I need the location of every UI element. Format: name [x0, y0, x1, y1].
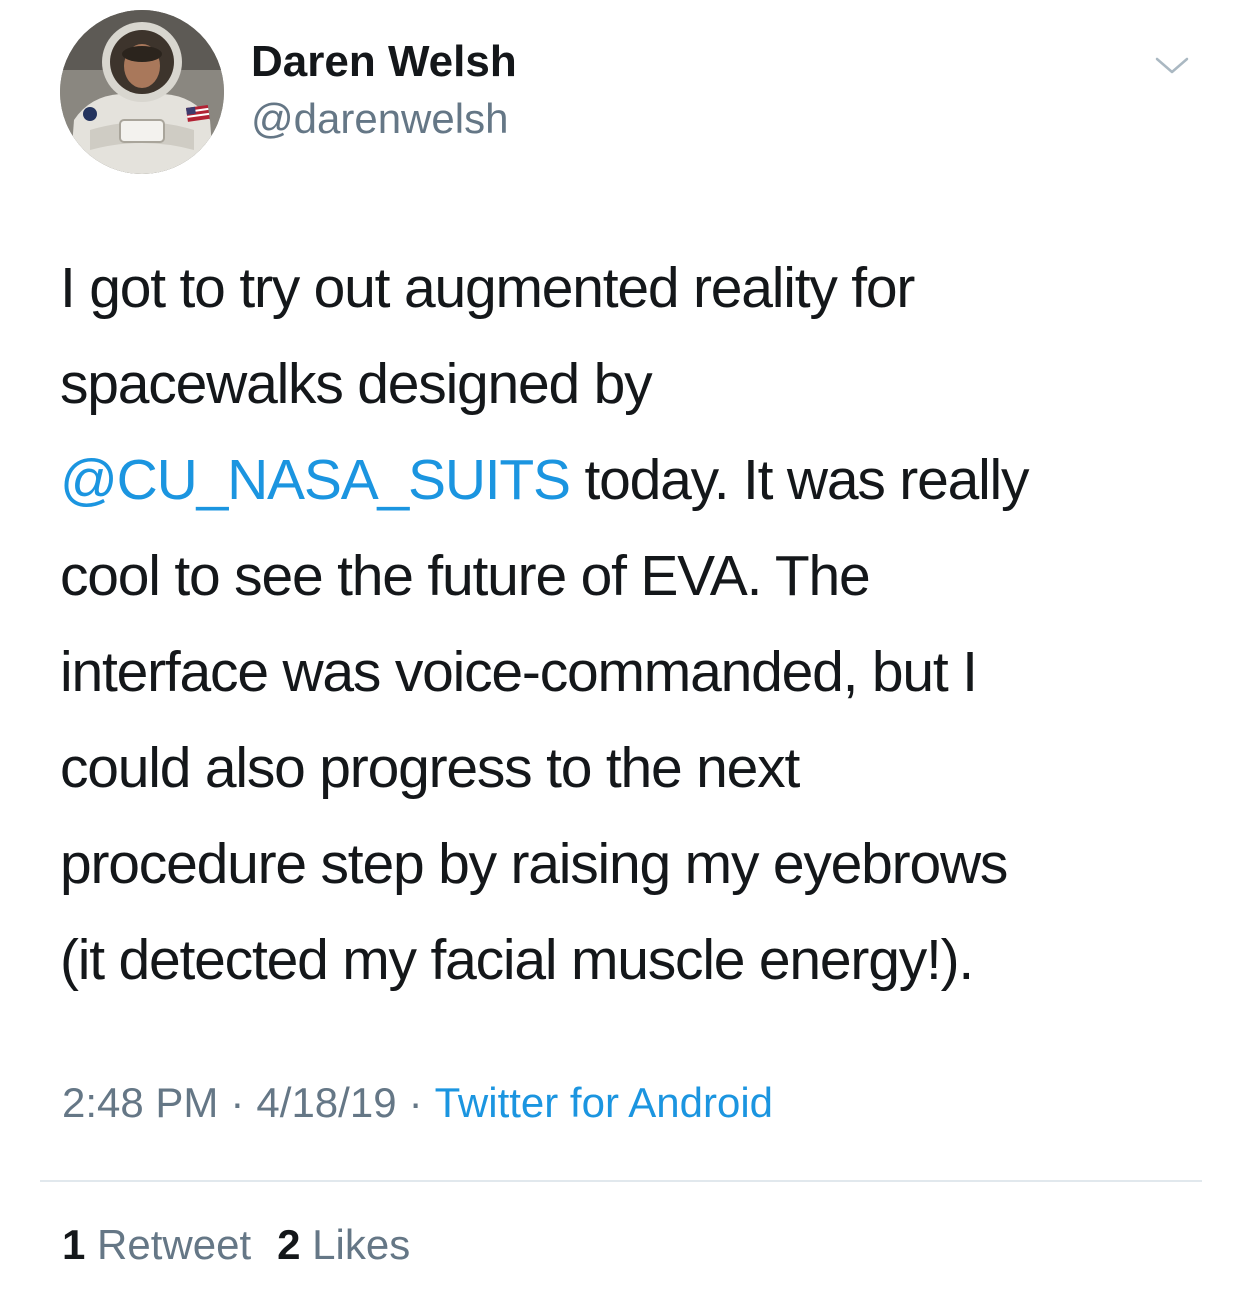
tweet-text: I got to try out augmented reality for s… — [60, 240, 1200, 1008]
like-count: 2 — [277, 1221, 301, 1268]
retweet-count: 1 — [62, 1221, 86, 1268]
divider — [40, 1180, 1202, 1182]
tweet-stats: 1 Retweet 2 Likes — [62, 1219, 410, 1271]
like-label: Likes — [312, 1221, 411, 1268]
retweets-stat[interactable]: 1 Retweet — [62, 1221, 251, 1268]
tweet-date: 4/18/19 — [256, 1079, 397, 1126]
tweet-line: spacewalks designed by — [60, 352, 653, 416]
meta-separator: · — [230, 1079, 245, 1126]
tweet-line: procedure step by raising my eyebrows — [60, 832, 1008, 896]
tweet-line: (it detected my facial muscle energy!). — [60, 928, 974, 992]
author-handle[interactable]: @darenwelsh — [251, 93, 508, 145]
retweet-label: Retweet — [97, 1221, 252, 1268]
astronaut-avatar — [60, 10, 224, 174]
tweet-source-link[interactable]: Twitter for Android — [435, 1079, 773, 1126]
tweet-meta: 2:48 PM · 4/18/19 · Twitter for Android — [62, 1077, 773, 1129]
tweet-time: 2:48 PM — [62, 1079, 219, 1126]
meta-separator: · — [408, 1079, 423, 1126]
tweet-line: I got to try out augmented reality for — [60, 256, 915, 320]
chevron-down-icon[interactable] — [1152, 50, 1192, 80]
mention-link[interactable]: @CU_NASA_SUITS — [60, 448, 571, 512]
author-display-name[interactable]: Daren Welsh — [251, 36, 517, 88]
tweet-line: could also progress to the next — [60, 736, 800, 800]
avatar[interactable] — [60, 10, 224, 174]
tweet-line-text: today. It was really — [569, 448, 1030, 512]
tweet-line: @CU_NASA_SUITS today. It was really — [60, 432, 1200, 528]
tweet-line: cool to see the future of EVA. The — [60, 544, 871, 608]
tweet-line: interface was voice-commanded, but I — [60, 640, 978, 704]
likes-stat[interactable]: 2 Likes — [277, 1221, 410, 1268]
